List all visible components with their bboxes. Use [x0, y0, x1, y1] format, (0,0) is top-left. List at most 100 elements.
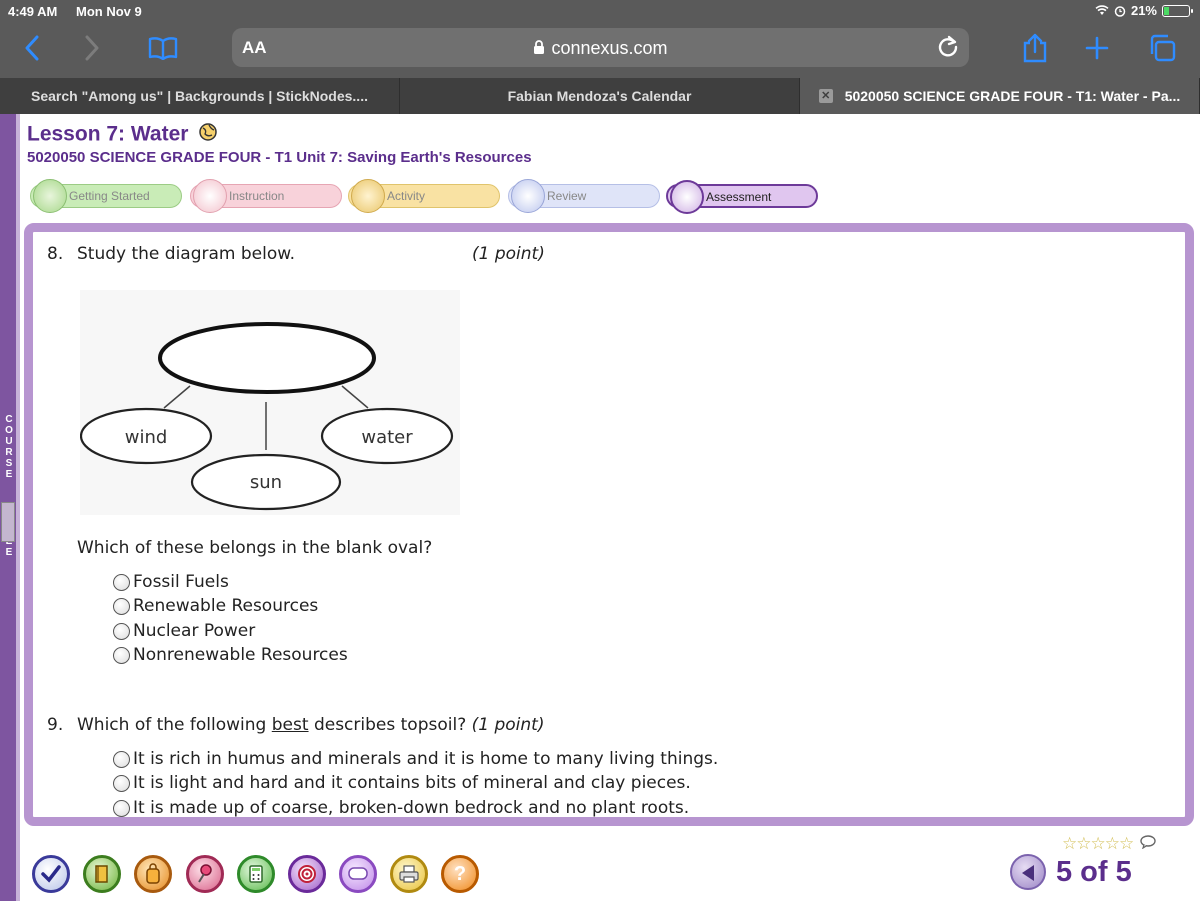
comment-icon[interactable] — [1140, 835, 1156, 852]
alarm-icon — [1114, 5, 1126, 17]
help-icon[interactable]: ? — [441, 855, 479, 893]
question-prompt: Study the diagram below. — [77, 244, 296, 264]
tab-bar: Search "Among us" | Backgrounds | StickN… — [0, 78, 1200, 114]
question-number: 8. — [47, 244, 64, 264]
option-label: It is light and hard and it contains bit… — [133, 773, 691, 793]
star-rating-icons[interactable]: ☆☆☆☆☆ — [1062, 834, 1134, 853]
chat-icon[interactable] — [339, 855, 377, 893]
browser-toolbar: AA connexus.com — [0, 22, 1200, 78]
close-tab-icon[interactable]: ✕ — [818, 89, 833, 103]
printer-icon[interactable] — [390, 855, 428, 893]
checkmark-icon[interactable] — [32, 855, 70, 893]
rating-stars[interactable]: ☆☆☆☆☆ — [1062, 834, 1156, 854]
tab-label: Search "Among us" | Backgrounds | StickN… — [31, 88, 368, 104]
address-bar[interactable]: AA connexus.com — [232, 28, 969, 67]
diagram-label-wind: wind — [125, 427, 168, 448]
option-label: Nonrenewable Resources — [133, 645, 348, 665]
step-assessment[interactable]: Assessment — [666, 180, 818, 214]
url-text: connexus.com — [551, 38, 668, 58]
q9-option-3[interactable]: It is made up of coarse, broken-down bed… — [113, 798, 690, 818]
radio-button[interactable] — [113, 622, 130, 640]
tool-bar: ? ☆☆☆☆☆ 5 of 5 — [20, 822, 1200, 901]
radio-button[interactable] — [113, 597, 130, 615]
course-tree-sidebar[interactable]: COURSE TREE — [0, 114, 20, 901]
review-icon — [511, 179, 545, 213]
book-icon[interactable] — [83, 855, 121, 893]
step-getting-started[interactable]: Getting Started — [30, 179, 182, 213]
wifi-icon — [1095, 5, 1109, 15]
globe-icon — [198, 122, 218, 148]
share-icon[interactable] — [1017, 32, 1053, 64]
q8-option-2[interactable]: Renewable Resources — [113, 596, 318, 616]
traffic-light-icon — [33, 179, 67, 213]
battery-icon — [1162, 4, 1193, 17]
option-label: Fossil Fuels — [133, 572, 229, 592]
step-review[interactable]: Review — [508, 179, 660, 213]
pin-icon[interactable] — [186, 855, 224, 893]
diagram-label-water: water — [361, 427, 413, 448]
previous-page-button[interactable] — [1010, 854, 1046, 890]
question-points: (1 point) — [471, 715, 545, 735]
browser-tab-sticknodes[interactable]: Search "Among us" | Backgrounds | StickN… — [0, 78, 400, 114]
step-label: Review — [547, 189, 587, 203]
whiteboard-icon — [193, 179, 227, 213]
step-instruction[interactable]: Instruction — [190, 179, 342, 213]
lesson-title-text: Lesson 7: Water — [27, 122, 189, 146]
q8-option-1[interactable]: Fossil Fuels — [113, 572, 229, 592]
question-prompt: Which of the following best describes to… — [77, 715, 544, 735]
target-icon[interactable] — [288, 855, 326, 893]
question-subprompt: Which of these belongs in the blank oval… — [77, 538, 433, 558]
step-label: Assessment — [706, 190, 772, 204]
forward-icon[interactable] — [74, 32, 110, 64]
browser-tab-calendar[interactable]: Fabian Mendoza's Calendar — [400, 78, 800, 114]
browser-tab-science[interactable]: ✕ 5020050 SCIENCE GRADE FOUR - T1: Water … — [800, 78, 1200, 114]
lesson-page: COURSE TREE Lesson 7: Water 5020050 SCIE… — [0, 114, 1200, 901]
prompt-text: Which of the following — [77, 715, 272, 735]
tabs-overview-icon[interactable] — [1144, 32, 1180, 64]
status-time: 4:49 AM — [8, 4, 58, 19]
question-number: 9. — [47, 715, 64, 735]
page-title: Lesson 7: Water — [27, 122, 218, 148]
help-label: ? — [453, 862, 467, 885]
q8-option-3[interactable]: Nuclear Power — [113, 621, 255, 641]
reload-icon[interactable] — [937, 34, 959, 64]
step-activity[interactable]: Activity — [348, 179, 500, 213]
q8-option-4[interactable]: Nonrenewable Resources — [113, 645, 348, 665]
backpack-icon[interactable] — [134, 855, 172, 893]
back-icon[interactable] — [14, 32, 50, 64]
page-count: 5 of 5 — [1056, 855, 1132, 888]
course-tree-toggle[interactable] — [1, 502, 15, 542]
q9-option-1[interactable]: It is rich in humus and minerals and it … — [113, 749, 718, 769]
blank-oval — [158, 322, 376, 394]
option-label: It is made up of coarse, broken-down bed… — [133, 798, 690, 818]
step-label: Activity — [387, 189, 426, 203]
lesson-subtitle: 5020050 SCIENCE GRADE FOUR - T1 Unit 7: … — [27, 149, 532, 166]
option-label: Nuclear Power — [133, 621, 256, 641]
new-tab-icon[interactable] — [1079, 32, 1115, 64]
option-label: Renewable Resources — [133, 596, 319, 616]
radio-button[interactable] — [113, 646, 130, 664]
status-bar: 4:49 AM Mon Nov 9 21% — [0, 0, 1200, 22]
step-label: Instruction — [229, 189, 285, 203]
prompt-emphasis: best — [271, 715, 309, 735]
page-navigation: 5 of 5 — [1010, 854, 1132, 890]
battery-percent: 21% — [1130, 3, 1157, 18]
status-date: Mon Nov 9 — [76, 4, 142, 19]
radio-button[interactable] — [113, 573, 130, 591]
tab-label: Fabian Mendoza's Calendar — [507, 88, 692, 104]
lock-icon — [533, 39, 545, 60]
q9-option-2[interactable]: It is light and hard and it contains bit… — [113, 773, 691, 793]
calculator-icon[interactable] — [237, 855, 275, 893]
diagram-label-sun: sun — [250, 472, 282, 493]
bookmarks-icon[interactable] — [145, 32, 181, 64]
option-label: It is rich in humus and minerals and it … — [133, 749, 719, 769]
radio-button[interactable] — [113, 750, 130, 768]
radio-button[interactable] — [113, 799, 130, 817]
books-icon — [351, 179, 385, 213]
step-label: Getting Started — [69, 189, 150, 203]
clipboard-icon — [670, 180, 704, 214]
tab-label: 5020050 SCIENCE GRADE FOUR - T1: Water -… — [844, 88, 1181, 104]
prompt-text: describes topsoil? — [308, 715, 467, 735]
question-points: (1 point) — [472, 244, 545, 264]
radio-button[interactable] — [113, 774, 130, 792]
